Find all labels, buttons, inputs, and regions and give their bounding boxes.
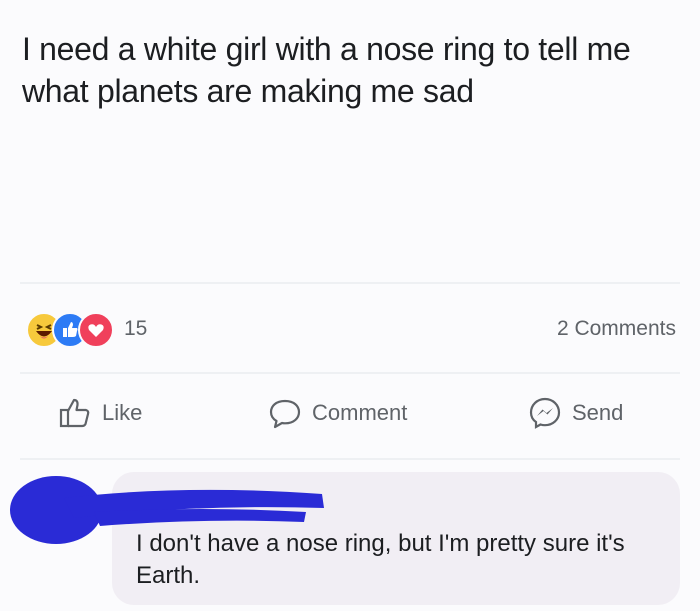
send-button[interactable]: Send: [528, 393, 623, 433]
send-label: Send: [572, 400, 624, 425]
comment-button[interactable]: Comment: [268, 393, 407, 433]
comment-bubble-icon: [269, 399, 301, 429]
post-text: I need a white girl with a nose ring to …: [22, 31, 631, 109]
messenger-icon: [529, 397, 561, 429]
action-bar: Like Comment Send: [20, 385, 680, 445]
post-stats: 15 2 Comments: [20, 310, 680, 350]
love-reaction-icon: [78, 312, 114, 348]
comments-count[interactable]: 2 Comments: [557, 317, 676, 341]
redaction-scribble: [10, 476, 324, 544]
reaction-count[interactable]: 15: [124, 317, 147, 341]
divider: [20, 282, 680, 284]
divider: [20, 458, 680, 460]
like-button[interactable]: Like: [58, 393, 142, 433]
like-label: Like: [102, 400, 143, 425]
comment-label: Comment: [312, 400, 408, 425]
divider: [20, 372, 680, 374]
comment: I don't have a nose ring, but I'm pretty…: [0, 472, 700, 611]
thumbs-up-icon: [59, 398, 90, 428]
